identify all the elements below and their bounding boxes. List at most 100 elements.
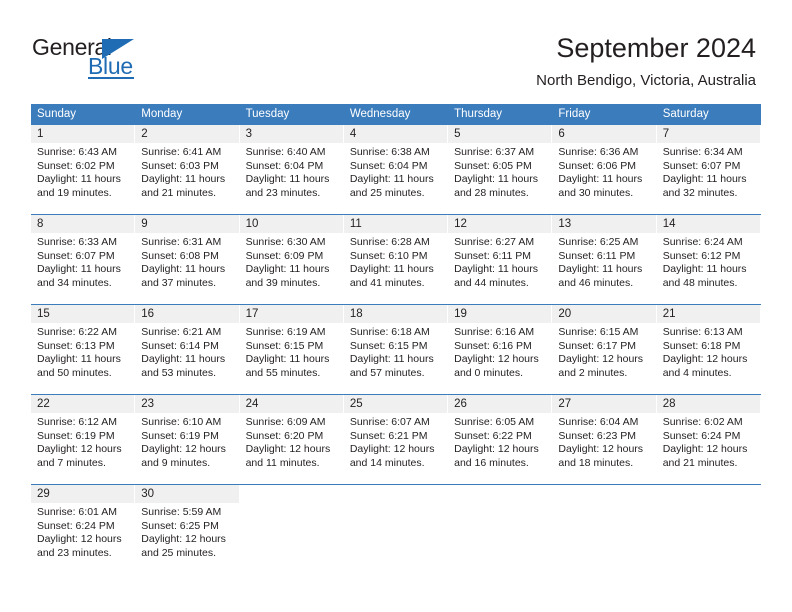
sunrise-text: Sunrise: 6:19 AM xyxy=(245,326,326,338)
calendar-grid: Sunday Monday Tuesday Wednesday Thursday… xyxy=(31,104,761,571)
calendar-day-cell[interactable]: 11 Sunrise: 6:28 AM Sunset: 6:10 PM Dayligh… xyxy=(343,215,449,304)
sunset-text: Sunset: 6:12 PM xyxy=(662,249,741,262)
day-number-band xyxy=(344,485,449,503)
day-details: Sunrise: 6:36 AM Sunset: 6:06 PM Daylight:… xyxy=(552,143,656,200)
sunset-text: Sunset: 6:09 PM xyxy=(245,249,324,262)
weekday-sunday: Sunday xyxy=(37,108,77,120)
calendar-day-cell[interactable]: 22 Sunrise: 6:12 AM Sunset: 6:19 PM Dayligh… xyxy=(31,395,136,484)
sunrise-text: Sunrise: 6:34 AM xyxy=(662,146,743,158)
day-details: Sunrise: 6:07 AM Sunset: 6:21 PM Daylight:… xyxy=(344,413,448,470)
day-details: Sunrise: 6:34 AM Sunset: 6:07 PM Daylight:… xyxy=(657,143,761,200)
calendar-day-cell[interactable]: 1 Sunrise: 6:43 AM Sunset: 6:02 PM Daylight… xyxy=(31,125,136,214)
calendar-day-cell[interactable]: 20 Sunrise: 6:15 AM Sunset: 6:17 PM Dayligh… xyxy=(552,305,657,394)
daylight-text: Daylight: 11 hours and 19 minutes. xyxy=(37,173,121,199)
calendar-week-row: 8 Sunrise: 6:33 AM Sunset: 6:07 PM Daylight… xyxy=(31,214,761,304)
calendar-day-cell[interactable]: 26 Sunrise: 6:05 AM Sunset: 6:22 PM Dayligh… xyxy=(448,395,553,484)
calendar-day-cell-empty xyxy=(448,485,553,571)
day-details: Sunrise: 6:13 AM Sunset: 6:18 PM Daylight:… xyxy=(657,323,761,380)
day-number-band: 2 xyxy=(135,125,240,143)
weekday-header-row: Sunday Monday Tuesday Wednesday Thursday… xyxy=(31,104,761,125)
daylight-text: Daylight: 11 hours and 25 minutes. xyxy=(349,173,434,199)
day-number: 9 xyxy=(141,218,148,230)
sunset-text: Sunset: 6:05 PM xyxy=(454,159,532,172)
day-details: Sunrise: 6:28 AM Sunset: 6:10 PM Daylight:… xyxy=(344,233,448,290)
title-block: September 2024 North Bendigo, Victoria, … xyxy=(536,32,756,91)
calendar-day-cell[interactable]: 4 Sunrise: 6:38 AM Sunset: 6:04 PM Daylight… xyxy=(343,125,449,214)
calendar-day-cell[interactable]: 18 Sunrise: 6:18 AM Sunset: 6:15 PM Dayligh… xyxy=(343,305,449,394)
day-number-band: 3 xyxy=(239,125,344,143)
calendar-day-cell[interactable]: 12 Sunrise: 6:27 AM Sunset: 6:11 PM Dayligh… xyxy=(448,215,553,304)
calendar-day-cell[interactable]: 16 Sunrise: 6:21 AM Sunset: 6:14 PM Dayligh… xyxy=(135,305,240,394)
day-number-band: 25 xyxy=(343,395,449,413)
day-number: 25 xyxy=(349,398,363,410)
sunrise-text: Sunrise: 6:21 AM xyxy=(141,326,222,338)
sunrise-text: Sunrise: 6:31 AM xyxy=(141,236,222,248)
daylight-text: Daylight: 12 hours and 23 minutes. xyxy=(37,533,122,559)
day-details: Sunrise: 6:05 AM Sunset: 6:22 PM Daylight:… xyxy=(448,413,552,470)
sunset-text: Sunset: 6:07 PM xyxy=(37,249,115,262)
day-number-band: 9 xyxy=(135,215,240,233)
sunrise-text: Sunrise: 6:13 AM xyxy=(662,326,743,338)
daylight-text: Daylight: 12 hours and 25 minutes. xyxy=(141,533,226,559)
calendar-day-cell[interactable]: 6 Sunrise: 6:36 AM Sunset: 6:06 PM Daylight… xyxy=(552,125,657,214)
calendar-day-cell[interactable]: 15 Sunrise: 6:22 AM Sunset: 6:13 PM Dayligh… xyxy=(31,305,136,394)
calendar-day-cell[interactable]: 17 Sunrise: 6:19 AM Sunset: 6:15 PM Dayligh… xyxy=(239,305,344,394)
daylight-text: Daylight: 11 hours and 57 minutes. xyxy=(349,353,434,379)
calendar-day-cell[interactable]: 9 Sunrise: 6:31 AM Sunset: 6:08 PM Daylight… xyxy=(135,215,240,304)
calendar-day-cell[interactable]: 30 Sunrise: 5:59 AM Sunset: 6:25 PM Dayligh… xyxy=(135,485,240,571)
calendar-day-cell[interactable]: 28 Sunrise: 6:02 AM Sunset: 6:24 PM Dayligh… xyxy=(656,395,761,484)
day-number-band: 27 xyxy=(552,395,657,413)
day-details: Sunrise: 6:09 AM Sunset: 6:20 PM Daylight:… xyxy=(240,413,344,470)
sunset-text: Sunset: 6:11 PM xyxy=(454,249,531,262)
day-number: 11 xyxy=(349,218,362,230)
calendar-day-cell[interactable]: 23 Sunrise: 6:10 AM Sunset: 6:19 PM Dayligh… xyxy=(135,395,240,484)
calendar-day-cell[interactable]: 8 Sunrise: 6:33 AM Sunset: 6:07 PM Daylight… xyxy=(31,215,136,304)
calendar-day-cell[interactable]: 3 Sunrise: 6:40 AM Sunset: 6:04 PM Daylight… xyxy=(239,125,344,214)
day-details: Sunrise: 6:38 AM Sunset: 6:04 PM Daylight:… xyxy=(344,143,448,200)
sunrise-text: Sunrise: 6:02 AM xyxy=(662,416,743,428)
day-number: 30 xyxy=(141,488,155,500)
day-number: 15 xyxy=(37,308,50,320)
sunset-text: Sunset: 6:17 PM xyxy=(558,339,637,352)
calendar-day-cell[interactable]: 29 Sunrise: 6:01 AM Sunset: 6:24 PM Dayligh… xyxy=(31,485,136,571)
calendar-day-cell[interactable]: 13 Sunrise: 6:25 AM Sunset: 6:11 PM Dayligh… xyxy=(552,215,657,304)
general-blue-logo: General Blue xyxy=(32,34,162,80)
sunrise-text: Sunrise: 6:22 AM xyxy=(37,326,117,338)
calendar-day-cell[interactable]: 27 Sunrise: 6:04 AM Sunset: 6:23 PM Dayligh… xyxy=(552,395,657,484)
day-details: Sunrise: 6:30 AM Sunset: 6:09 PM Daylight:… xyxy=(240,233,344,290)
calendar-day-cell[interactable]: 14 Sunrise: 6:24 AM Sunset: 6:12 PM Dayligh… xyxy=(656,215,761,304)
sunset-text: Sunset: 6:20 PM xyxy=(245,429,324,442)
calendar-week-row: 29 Sunrise: 6:01 AM Sunset: 6:24 PM Dayligh… xyxy=(31,484,761,571)
day-details: Sunrise: 6:31 AM Sunset: 6:08 PM Daylight:… xyxy=(135,233,239,290)
day-number-band: 30 xyxy=(135,485,240,503)
day-details: Sunrise: 5:59 AM Sunset: 6:25 PM Daylight:… xyxy=(135,503,239,560)
daylight-text: Daylight: 11 hours and 50 minutes. xyxy=(37,353,121,379)
sunset-text: Sunset: 6:13 PM xyxy=(37,339,115,352)
sunrise-text: Sunrise: 6:30 AM xyxy=(245,236,326,248)
calendar-day-cell[interactable]: 2 Sunrise: 6:41 AM Sunset: 6:03 PM Daylight… xyxy=(135,125,240,214)
calendar-day-cell[interactable]: 7 Sunrise: 6:34 AM Sunset: 6:07 PM Daylight… xyxy=(656,125,761,214)
sunset-text: Sunset: 6:19 PM xyxy=(37,429,115,442)
daylight-text: Daylight: 12 hours and 7 minutes. xyxy=(37,443,122,469)
sunrise-text: Sunrise: 6:01 AM xyxy=(37,506,117,518)
day-number-band: 4 xyxy=(343,125,449,143)
sunrise-text: Sunrise: 6:38 AM xyxy=(349,146,430,158)
calendar-day-cell[interactable]: 21 Sunrise: 6:13 AM Sunset: 6:18 PM Dayligh… xyxy=(656,305,761,394)
day-details: Sunrise: 6:18 AM Sunset: 6:15 PM Daylight:… xyxy=(344,323,448,380)
day-number: 2 xyxy=(141,128,148,140)
calendar-day-cell[interactable]: 24 Sunrise: 6:09 AM Sunset: 6:20 PM Dayligh… xyxy=(239,395,344,484)
day-number-band xyxy=(657,485,761,503)
calendar-day-cell-empty xyxy=(657,485,761,571)
calendar-day-cell[interactable]: 25 Sunrise: 6:07 AM Sunset: 6:21 PM Dayligh… xyxy=(343,395,449,484)
daylight-text: Daylight: 11 hours and 55 minutes. xyxy=(245,353,330,379)
calendar-day-cell[interactable]: 19 Sunrise: 6:16 AM Sunset: 6:16 PM Dayligh… xyxy=(448,305,553,394)
sunrise-text: Sunrise: 6:41 AM xyxy=(141,146,222,158)
day-number: 19 xyxy=(454,308,467,320)
sunrise-text: Sunrise: 6:09 AM xyxy=(245,416,326,428)
calendar-day-cell[interactable]: 10 Sunrise: 6:30 AM Sunset: 6:09 PM Dayligh… xyxy=(239,215,344,304)
daylight-text: Daylight: 12 hours and 14 minutes. xyxy=(349,443,435,469)
day-number: 14 xyxy=(662,218,676,230)
calendar-day-cell[interactable]: 5 Sunrise: 6:37 AM Sunset: 6:05 PM Daylight… xyxy=(448,125,553,214)
day-number-band: 13 xyxy=(552,215,657,233)
day-number: 7 xyxy=(662,128,670,140)
